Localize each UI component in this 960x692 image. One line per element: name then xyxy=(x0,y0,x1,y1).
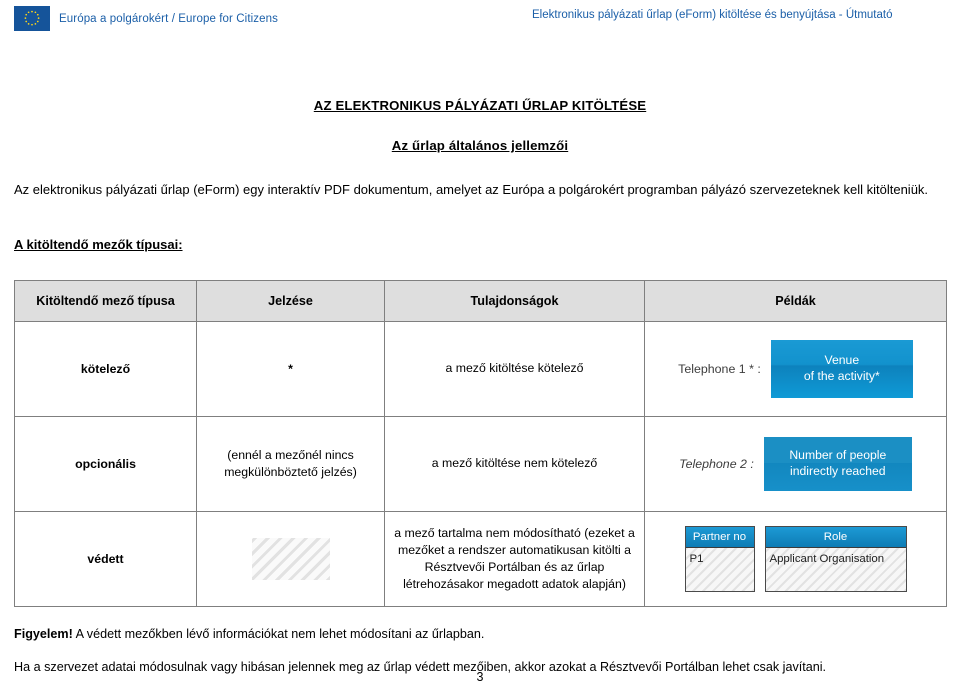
warning-text: A védett mezőkben lévő információkat nem… xyxy=(72,627,485,642)
page-subtitle: Az űrlap általános jellemzői xyxy=(391,138,569,153)
properties-optional: a mező kitöltése nem kötelező xyxy=(384,416,645,513)
table-header-row: Kitöltendő mező típusa Jelzése Tulajdons… xyxy=(14,280,947,323)
example-role-value: Applicant Organisation xyxy=(765,548,906,592)
row-type-mandatory: kötelező xyxy=(14,321,197,418)
intro-paragraph: Az elektronikus pályázati űrlap (eForm) … xyxy=(14,182,929,197)
header-left-text: Európa a polgárokért / Europe for Citize… xyxy=(59,12,278,25)
section-label: A kitöltendő mezők típusai: xyxy=(14,237,183,253)
header-right-text: Elektronikus pályázati űrlap (eForm) kit… xyxy=(532,9,893,21)
document-body: AZ ELEKTRONIKUS PÁLYÁZATI ŰRLAP KITÖLTÉS… xyxy=(0,98,960,677)
column-header-props: Tulajdonságok xyxy=(384,280,645,323)
warning-note: Figyelem! A védett mezőkben lévő informá… xyxy=(14,625,946,645)
eu-flag-logo-icon xyxy=(14,6,50,31)
page-number: 3 xyxy=(476,670,484,684)
row-type-protected: védett xyxy=(14,511,197,608)
hatched-pattern-swatch xyxy=(251,538,330,581)
example-role-field: Role Applicant Organisation xyxy=(764,526,907,593)
mark-asterisk: * xyxy=(196,321,385,418)
example-protected: Partner no P1 Role Applicant Organisatio… xyxy=(644,511,947,608)
page-title: AZ ELEKTRONIKUS PÁLYÁZATI ŰRLAP KITÖLTÉS… xyxy=(313,98,647,113)
column-header-type: Kitöltendő mező típusa xyxy=(14,280,197,323)
example-partner-no-header: Partner no xyxy=(685,527,754,549)
row-type-optional: opcionális xyxy=(14,416,197,513)
table-row: opcionális (ennél a mezőnél nincs megkül… xyxy=(14,416,947,513)
page-header: Európa a polgárokért / Europe for Citize… xyxy=(0,0,960,62)
example-people-line1: Number of people xyxy=(789,448,887,463)
example-field-label: Telephone 2 : xyxy=(679,457,754,472)
field-types-table: Kitöltendő mező típusa Jelzése Tulajdons… xyxy=(14,280,947,608)
example-people-box: Number of people indirectly reached xyxy=(763,437,912,492)
warning-prefix: Figyelem! xyxy=(14,627,73,642)
column-header-mark: Jelzése xyxy=(196,280,385,323)
example-mandatory: Telephone 1 * : Venue of the activity* xyxy=(644,321,947,418)
example-partner-no-value: P1 xyxy=(685,548,754,592)
table-row: védett a mező tartalma nem módosítható (… xyxy=(14,511,947,608)
example-people-line2: indirectly reached xyxy=(790,464,886,479)
example-venue-box: Venue of the activity* xyxy=(770,340,913,399)
mark-optional-note: (ennél a mezőnél nincs megkülönböztető j… xyxy=(196,416,385,513)
header-branding: Európa a polgárokért / Europe for Citize… xyxy=(14,6,278,31)
example-field-label: Telephone 1 * : xyxy=(678,362,761,377)
example-venue-line1: Venue xyxy=(824,353,860,368)
properties-protected: a mező tartalma nem módosítható (ezeket … xyxy=(384,511,645,608)
example-partner-no-field: Partner no P1 xyxy=(684,526,755,593)
example-optional: Telephone 2 : Number of people indirectl… xyxy=(644,416,947,513)
column-header-examples: Példák xyxy=(644,280,947,323)
example-role-header: Role xyxy=(765,527,906,549)
mark-protected-hatch xyxy=(196,511,385,608)
properties-mandatory: a mező kitöltése kötelező xyxy=(384,321,645,418)
table-row: kötelező * a mező kitöltése kötelező Tel… xyxy=(14,321,947,418)
example-venue-line2: of the activity* xyxy=(803,369,880,384)
